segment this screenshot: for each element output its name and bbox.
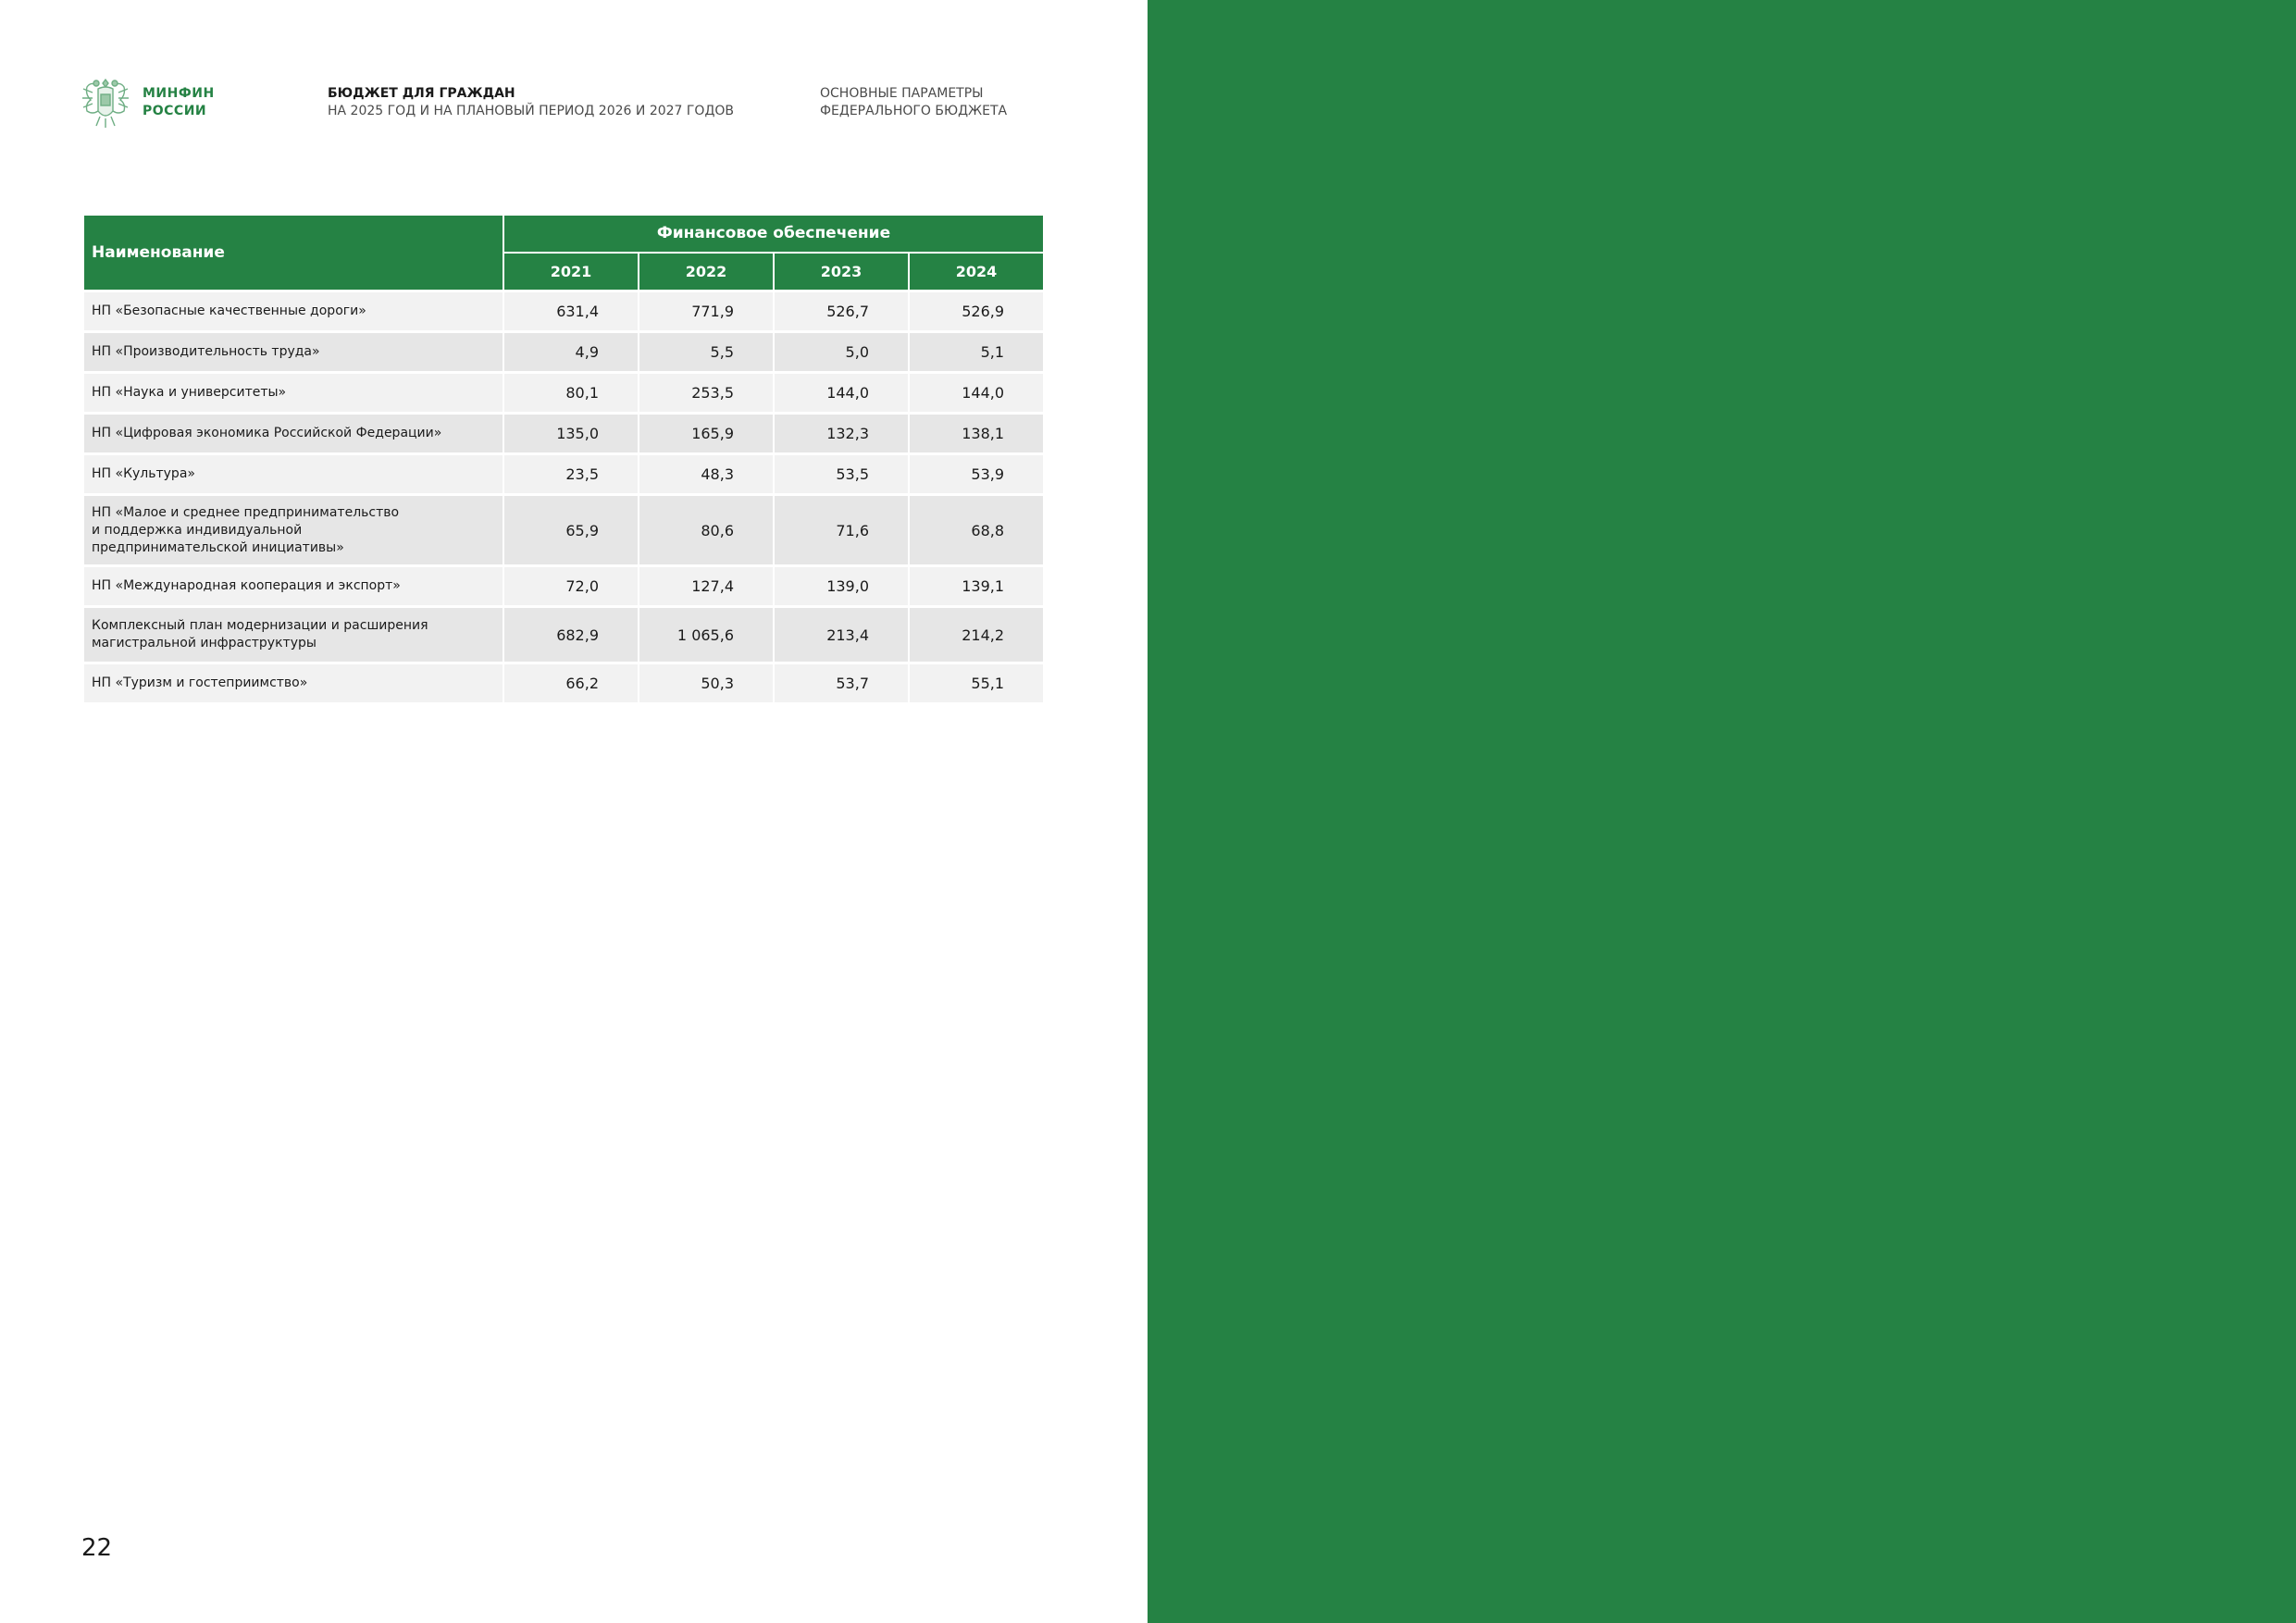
row-value: 4,9: [503, 330, 639, 374]
row-name-line: Комплексный план модернизации и расширен…: [92, 618, 428, 633]
row-value: 55,1: [907, 662, 1046, 705]
column-header-year: 2022: [638, 251, 775, 292]
row-value: 5,0: [773, 330, 910, 374]
column-header-year: 2024: [907, 251, 1046, 292]
row-name: НП «Культура»: [82, 452, 504, 496]
column-header-name: Наименование: [82, 214, 504, 292]
row-value: 50,3: [638, 662, 775, 705]
row-name: Комплексный план модернизации и расширен…: [82, 605, 504, 664]
table-row: НП «Малое и среднее предпринимательство …: [82, 493, 1046, 567]
row-value: 65,9: [503, 493, 639, 567]
row-value: 5,1: [907, 330, 1046, 374]
table-row: НП «Международная кооперация и экспорт» …: [82, 564, 1046, 608]
row-value: 139,1: [907, 564, 1046, 608]
row-value: 80,6: [638, 493, 775, 567]
column-header-year: 2023: [773, 251, 910, 292]
row-value: 144,0: [907, 371, 1046, 415]
row-name: НП «Международная кооперация и экспорт»: [82, 564, 504, 608]
column-group-header: Финансовое обеспечение: [502, 214, 1046, 254]
row-value: 214,2: [907, 605, 1046, 664]
row-value: 631,4: [503, 290, 639, 333]
row-value: 771,9: [638, 290, 775, 333]
row-value: 526,7: [773, 290, 910, 333]
row-name: НП «Наука и университеты»: [82, 371, 504, 415]
row-value: 48,3: [638, 452, 775, 496]
row-value: 138,1: [907, 412, 1046, 455]
row-name-line: НП «Малое и среднее предпринимательство: [92, 504, 400, 520]
document-title-block: БЮДЖЕТ ДЛЯ ГРАЖДАН НА 2025 ГОД И НА ПЛАН…: [328, 85, 734, 120]
row-name: НП «Цифровая экономика Российской Федера…: [82, 412, 504, 455]
row-value: 253,5: [638, 371, 775, 415]
row-value: 682,9: [503, 605, 639, 664]
document-subtitle: НА 2025 ГОД И НА ПЛАНОВЫЙ ПЕРИОД 2026 И …: [328, 104, 735, 118]
row-name: НП «Малое и среднее предпринимательство …: [82, 493, 504, 567]
row-name: НП «Производительность труда»: [82, 330, 504, 374]
row-value: 213,4: [773, 605, 910, 664]
document-title: БЮДЖЕТ ДЛЯ ГРАЖДАН: [328, 86, 515, 101]
row-name: НП «Туризм и гостеприимство»: [82, 662, 504, 705]
section-title-line-2: ФЕДЕРАЛЬНОГО БЮДЖЕТА: [820, 104, 1008, 118]
table-row: НП «Культура» 23,5 48,3 53,5 53,9: [82, 452, 1046, 496]
row-value: 139,0: [773, 564, 910, 608]
row-name-line: магистральной инфраструктуры: [92, 636, 316, 650]
row-value: 132,3: [773, 412, 910, 455]
green-side-panel: [1148, 0, 2296, 1623]
table-row: НП «Производительность труда» 4,9 5,5 5,…: [82, 330, 1046, 374]
coat-of-arms-icon: [82, 78, 129, 128]
table-row: НП «Наука и университеты» 80,1 253,5 144…: [82, 371, 1046, 415]
page-number: 22: [81, 1534, 113, 1562]
column-header-year: 2021: [503, 251, 639, 292]
row-value: 53,7: [773, 662, 910, 705]
funding-table: Наименование Финансовое обеспечение 2021…: [82, 214, 1046, 705]
table-row: Комплексный план модернизации и расширен…: [82, 605, 1046, 664]
row-value: 1 065,6: [638, 605, 775, 664]
row-value: 53,9: [907, 452, 1046, 496]
row-value: 68,8: [907, 493, 1046, 567]
row-value: 165,9: [638, 412, 775, 455]
row-name: НП «Безопасные качественные дороги»: [82, 290, 504, 333]
section-title-block: ОСНОВНЫЕ ПАРАМЕТРЫ ФЕДЕРАЛЬНОГО БЮДЖЕТА: [820, 85, 1007, 120]
row-value: 135,0: [503, 412, 639, 455]
row-value: 80,1: [503, 371, 639, 415]
row-value: 23,5: [503, 452, 639, 496]
logo-line-2: РОССИИ: [143, 104, 207, 118]
logo-line-1: МИНФИН: [143, 86, 215, 101]
row-value: 5,5: [638, 330, 775, 374]
row-value: 53,5: [773, 452, 910, 496]
section-title-line-1: ОСНОВНЫЕ ПАРАМЕТРЫ: [820, 86, 984, 101]
row-value: 144,0: [773, 371, 910, 415]
logo-text: МИНФИН РОССИИ: [143, 85, 215, 120]
row-value: 127,4: [638, 564, 775, 608]
row-value: 71,6: [773, 493, 910, 567]
table-row: НП «Цифровая экономика Российской Федера…: [82, 412, 1046, 455]
row-value: 72,0: [503, 564, 639, 608]
table-row: НП «Туризм и гостеприимство» 66,2 50,3 5…: [82, 662, 1046, 705]
row-name-line: предпринимательской инициативы»: [92, 539, 344, 555]
table-row: НП «Безопасные качественные дороги» 631,…: [82, 290, 1046, 333]
row-value: 66,2: [503, 662, 639, 705]
row-value: 526,9: [907, 290, 1046, 333]
row-name-line: и поддержка индивидуальной: [92, 522, 303, 538]
